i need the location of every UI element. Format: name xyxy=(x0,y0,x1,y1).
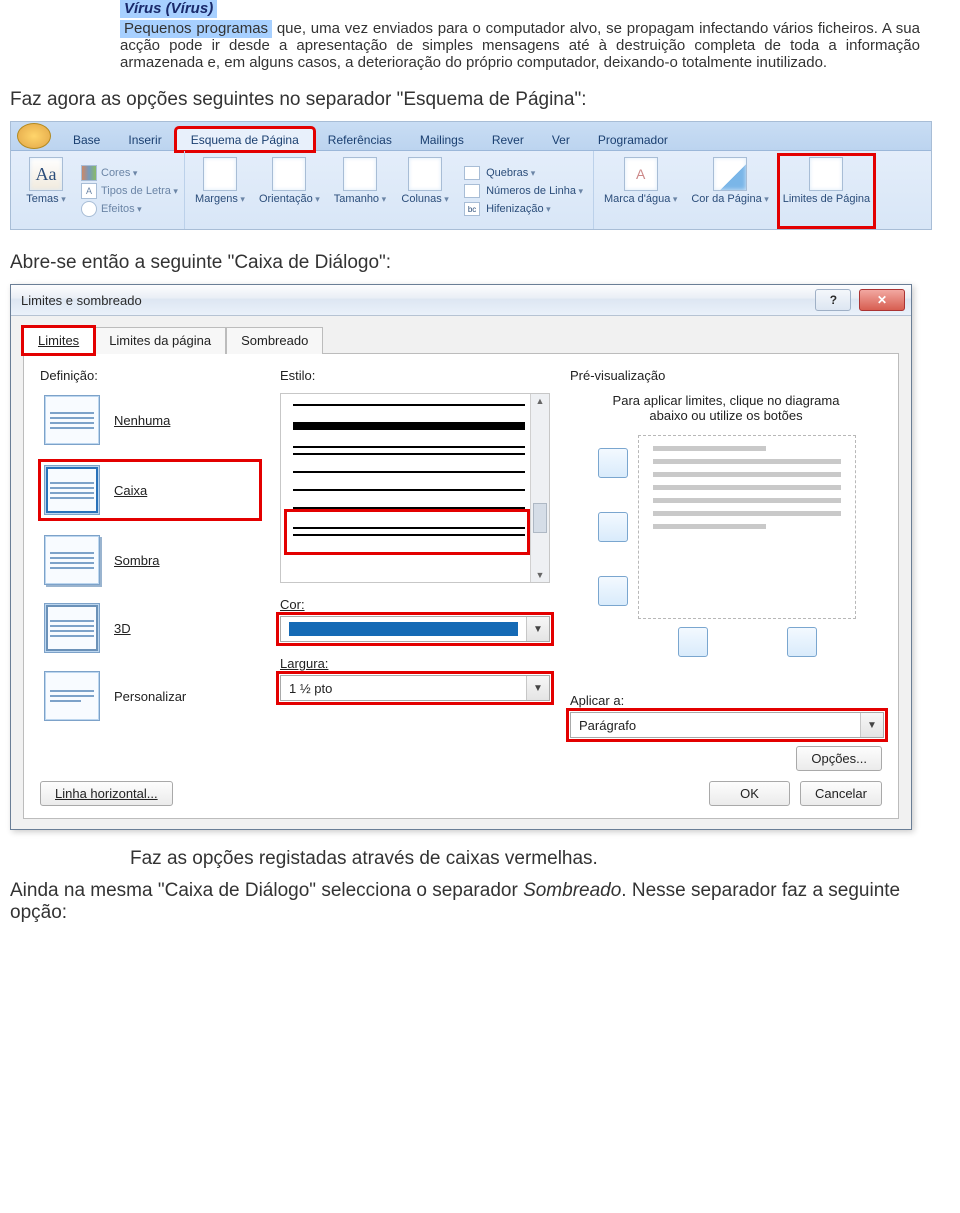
tamanho-icon xyxy=(343,157,377,191)
cor-pagina-icon xyxy=(713,157,747,191)
instruction-4: Ainda na mesma "Caixa de Diálogo" selecc… xyxy=(10,880,950,924)
def-personalizar[interactable]: Personalizar xyxy=(40,669,260,723)
cor-combo[interactable]: ▼ xyxy=(280,616,550,642)
instruction-3: Faz as opções registadas através de caix… xyxy=(10,848,950,870)
ok-button[interactable]: OK xyxy=(709,781,790,806)
margens-button[interactable]: Margens xyxy=(191,155,249,227)
ribbon-tab-programador[interactable]: Programador xyxy=(584,129,682,150)
scroll-down-icon[interactable]: ▼ xyxy=(536,570,545,580)
scroll-up-icon[interactable]: ▲ xyxy=(536,396,545,406)
marca-agua-icon: A xyxy=(624,157,658,191)
style-selected-highlight xyxy=(287,512,527,552)
dialog-tab-limites-pagina[interactable]: Limites da página xyxy=(94,327,226,354)
virus-definition: Pequenos programas que, uma vez enviados… xyxy=(10,20,920,71)
preview-hint: Para aplicar limites, clique no diagrama… xyxy=(606,393,846,423)
instruction-2: Abre-se então a seguinte "Caixa de Diálo… xyxy=(10,252,950,274)
dialog-tab-limites[interactable]: Limites xyxy=(23,327,94,354)
ribbon-tab-ver[interactable]: Ver xyxy=(538,129,584,150)
aplicar-dropdown-icon[interactable]: ▼ xyxy=(860,713,883,737)
cor-value xyxy=(281,617,526,641)
linha-horizontal-button[interactable]: Linha horizontal... xyxy=(40,781,173,806)
aplicar-label: Aplicar a: xyxy=(570,693,882,708)
dialog-tab-sombreado[interactable]: Sombreado xyxy=(226,327,323,354)
definicao-label: Definição: xyxy=(40,368,260,383)
preview-page[interactable] xyxy=(638,435,856,619)
cor-dropdown-icon[interactable]: ▼ xyxy=(526,617,549,641)
cores-dropdown[interactable]: Cores xyxy=(81,165,178,181)
largura-dropdown-icon[interactable]: ▼ xyxy=(526,676,549,700)
tipos-letra-icon: A xyxy=(81,183,97,199)
instruction-1: Faz agora as opções seguintes no separad… xyxy=(10,89,950,111)
preview-column: Pré-visualização Para aplicar limites, c… xyxy=(570,368,882,771)
def-sombra-icon xyxy=(44,535,100,585)
hifenizacao-icon: bc xyxy=(464,202,480,216)
largura-label: Largura: xyxy=(280,656,550,671)
tamanho-button[interactable]: Tamanho xyxy=(330,155,390,227)
colunas-button[interactable]: Colunas xyxy=(396,155,454,227)
border-bottom-toggle[interactable] xyxy=(598,576,628,606)
cor-pagina-button[interactable]: Cor da Página xyxy=(687,155,772,227)
orientacao-icon xyxy=(272,157,306,191)
tipos-letra-dropdown[interactable]: ATipos de Letra xyxy=(81,183,178,199)
def-caixa-icon xyxy=(44,465,100,515)
ribbon-tab-inserir[interactable]: Inserir xyxy=(114,129,175,150)
margens-icon xyxy=(203,157,237,191)
virus-title: Vírus (Vírus) xyxy=(124,0,213,17)
def-nenhuma-icon xyxy=(44,395,100,445)
ribbon-tab-referencias[interactable]: Referências xyxy=(314,129,406,150)
orientacao-button[interactable]: Orientação xyxy=(255,155,324,227)
numeros-linha-icon xyxy=(464,184,480,198)
quebras-dropdown[interactable]: Quebras xyxy=(464,165,583,181)
help-button[interactable]: ? xyxy=(815,289,851,311)
border-top-toggle[interactable] xyxy=(598,448,628,478)
def-personalizar-icon xyxy=(44,671,100,721)
ribbon-tab-rever[interactable]: Rever xyxy=(478,129,538,150)
aplicar-combo[interactable]: Parágrafo ▼ xyxy=(570,712,884,738)
definition-hl-start: Pequenos programas xyxy=(120,20,272,38)
def-3d-icon xyxy=(44,603,100,653)
style-scrollbar[interactable]: ▲ ▼ xyxy=(530,394,549,582)
temas-icon: Aa xyxy=(29,157,63,191)
def-nenhuma[interactable]: Nenhuma xyxy=(40,393,260,447)
efeitos-dropdown[interactable]: Efeitos xyxy=(81,201,178,217)
estilo-label: Estilo: xyxy=(280,368,550,383)
border-middle-toggle[interactable] xyxy=(598,512,628,542)
def-sombra[interactable]: Sombra xyxy=(40,533,260,587)
def-caixa[interactable]: Caixa xyxy=(40,461,260,519)
cor-label: Cor: xyxy=(280,597,550,612)
limites-pagina-icon xyxy=(809,157,843,191)
marca-agua-button[interactable]: AMarca d'água xyxy=(600,155,681,227)
dialog-titlebar: Limites e sombreado ? ✕ xyxy=(11,285,911,316)
definicao-column: Definição: Nenhuma Caixa Sombra xyxy=(40,368,260,771)
colunas-icon xyxy=(408,157,442,191)
largura-combo[interactable]: 1 ½ pto ▼ xyxy=(280,675,550,701)
temas-button[interactable]: Aa Temas xyxy=(17,155,75,227)
numeros-linha-dropdown[interactable]: Números de Linha xyxy=(464,183,583,199)
office-button-icon[interactable] xyxy=(17,123,51,149)
def-3d[interactable]: 3D xyxy=(40,601,260,655)
limites-pagina-button[interactable]: Limites de Página xyxy=(779,155,874,227)
border-left-toggle[interactable] xyxy=(678,627,708,657)
style-listbox[interactable]: ▲ ▼ xyxy=(280,393,550,583)
ribbon-tab-esquema-pagina[interactable]: Esquema de Página xyxy=(176,128,314,151)
cancel-button[interactable]: Cancelar xyxy=(800,781,882,806)
quebras-icon xyxy=(464,166,480,180)
border-right-toggle[interactable] xyxy=(787,627,817,657)
aplicar-value: Parágrafo xyxy=(571,713,860,737)
ribbon-tab-base[interactable]: Base xyxy=(59,129,114,150)
hifenizacao-dropdown[interactable]: bcHifenização xyxy=(464,201,583,217)
ribbon-tab-mailings[interactable]: Mailings xyxy=(406,129,478,150)
word-ribbon: Base Inserir Esquema de Página Referênci… xyxy=(10,121,932,230)
efeitos-icon xyxy=(81,201,97,217)
scroll-thumb[interactable] xyxy=(533,503,547,533)
dialog-title-text: Limites e sombreado xyxy=(21,293,142,308)
borders-shading-dialog: Limites e sombreado ? ✕ Limites Limites … xyxy=(10,284,912,830)
temas-label: Temas xyxy=(26,193,65,205)
estilo-column: Estilo: ▲ ▼ xyxy=(280,368,550,771)
cores-icon xyxy=(81,165,97,181)
largura-value: 1 ½ pto xyxy=(281,676,526,700)
opcoes-button[interactable]: Opções... xyxy=(796,746,882,771)
close-button[interactable]: ✕ xyxy=(859,289,905,311)
preview-label: Pré-visualização xyxy=(570,368,665,383)
